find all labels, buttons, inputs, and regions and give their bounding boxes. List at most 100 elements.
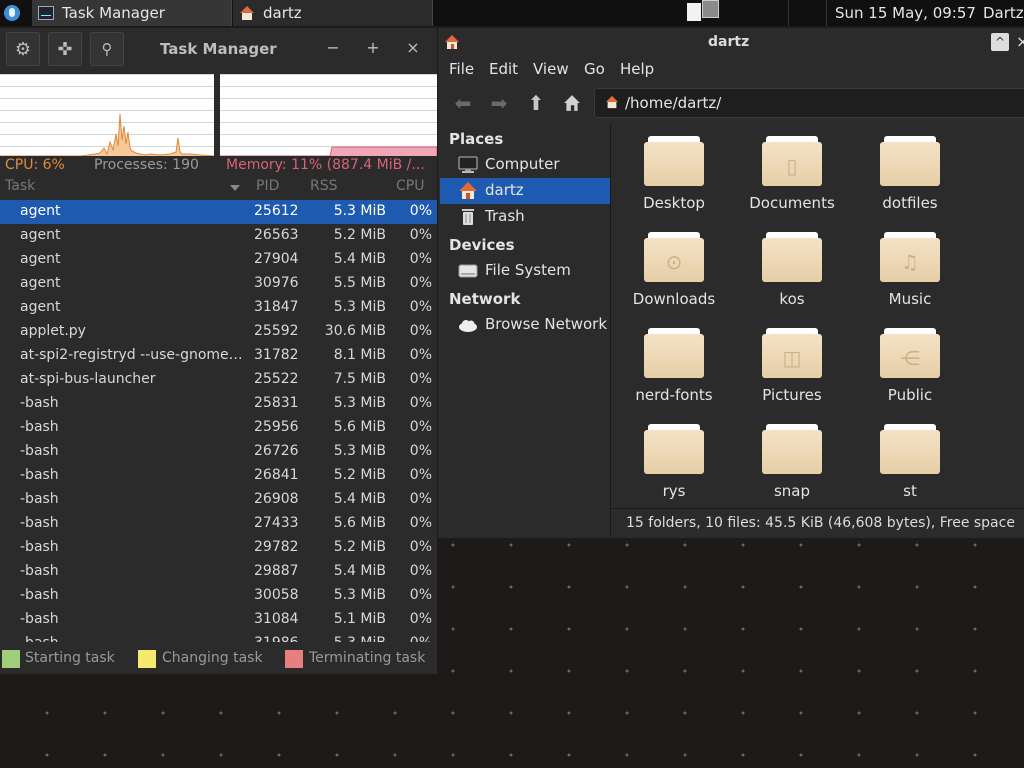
workspace-switcher[interactable] bbox=[687, 0, 721, 24]
process-list[interactable]: agent 25612 5.3 MiB 0% agent 26563 5.2 MiB 0% ag… bbox=[0, 200, 437, 642]
folder-name: Pictures bbox=[762, 386, 822, 404]
task-rss: 5.3 MiB bbox=[333, 443, 386, 459]
close-button[interactable]: × bbox=[403, 38, 423, 57]
legend-label: Starting task bbox=[25, 650, 115, 666]
table-row[interactable]: -bash 26726 5.3 MiB 0% bbox=[0, 440, 437, 464]
up-arrow-icon[interactable]: ⬆ bbox=[523, 90, 549, 116]
task-cpu: 0% bbox=[409, 467, 432, 483]
legend-label: Changing task bbox=[162, 650, 263, 666]
table-row[interactable]: agent 26563 5.2 MiB 0% bbox=[0, 224, 437, 248]
task-rss: 7.5 MiB bbox=[333, 371, 386, 387]
computer-icon bbox=[458, 156, 478, 173]
folder-name: Downloads bbox=[632, 290, 716, 308]
task-name: -bash bbox=[20, 419, 59, 435]
home-icon bbox=[564, 95, 580, 111]
task-pid: 31986 bbox=[254, 635, 299, 642]
sidebar-item-file-system[interactable]: File System bbox=[440, 258, 610, 284]
column-pid[interactable]: PID bbox=[256, 178, 279, 194]
forward-arrow-icon[interactable]: ➡ bbox=[486, 90, 512, 116]
task-rss: 5.1 MiB bbox=[333, 611, 386, 627]
folder-item[interactable]: ⋲ Public bbox=[855, 316, 965, 406]
table-row[interactable]: agent 30976 5.5 MiB 0% bbox=[0, 272, 437, 296]
legend-swatch-starting bbox=[2, 650, 20, 668]
table-row[interactable]: -bash 25956 5.6 MiB 0% bbox=[0, 416, 437, 440]
task-name: -bash bbox=[20, 563, 59, 579]
table-row[interactable]: -bash 26908 5.4 MiB 0% bbox=[0, 488, 437, 512]
folder-item[interactable]: snap bbox=[737, 412, 847, 502]
folder-item[interactable]: st bbox=[855, 412, 965, 502]
table-row[interactable]: -bash 29782 5.2 MiB 0% bbox=[0, 536, 437, 560]
file-view[interactable]: Desktop ▯ Documents dotfiles ⊙ Downloads kos ♫ M… bbox=[612, 124, 1024, 508]
maximize-button[interactable]: ^ bbox=[991, 33, 1009, 51]
search-button[interactable]: ⚲ bbox=[90, 32, 124, 66]
workspace-2[interactable] bbox=[702, 0, 719, 18]
sidebar-item-browse-network[interactable]: Browse Network bbox=[440, 312, 610, 338]
maximize-button[interactable]: + bbox=[363, 38, 383, 57]
close-button[interactable]: × bbox=[1016, 32, 1024, 51]
folder-item[interactable]: rys bbox=[619, 412, 729, 502]
search-icon: ⚲ bbox=[101, 40, 113, 58]
status-bar: 15 folders, 10 files: 45.5 KiB (46,608 b… bbox=[612, 508, 1024, 538]
sidebar-item-computer[interactable]: Computer bbox=[440, 152, 610, 178]
task-name: agent bbox=[20, 203, 61, 219]
task-cpu: 0% bbox=[409, 251, 432, 267]
legend: Starting task Changing task Terminating … bbox=[0, 646, 437, 674]
task-name: applet.py bbox=[20, 323, 86, 339]
table-row[interactable]: -bash 27433 5.6 MiB 0% bbox=[0, 512, 437, 536]
task-cpu: 0% bbox=[409, 275, 432, 291]
sidebar-heading-places: Places bbox=[449, 130, 504, 148]
stats-bar: CPU: 6% Processes: 190 Memory: 11% (887.… bbox=[0, 156, 437, 176]
sort-down-icon bbox=[230, 185, 240, 191]
folder-item[interactable]: ▯ Documents bbox=[737, 124, 847, 214]
folder-icon bbox=[880, 424, 940, 474]
task-name: agent bbox=[20, 275, 61, 291]
table-row[interactable]: -bash 31084 5.1 MiB 0% bbox=[0, 608, 437, 632]
taskbar-button-task-manager[interactable]: Task Manager bbox=[32, 0, 232, 26]
home-button[interactable] bbox=[559, 90, 585, 116]
folder-item[interactable]: kos bbox=[737, 220, 847, 310]
task-cpu: 0% bbox=[409, 491, 432, 507]
column-rss[interactable]: RSS bbox=[310, 178, 338, 194]
column-cpu[interactable]: CPU bbox=[396, 178, 424, 194]
back-arrow-icon[interactable]: ⬅ bbox=[450, 90, 476, 116]
minimize-button[interactable]: − bbox=[323, 38, 343, 57]
table-row[interactable]: applet.py 25592 30.6 MiB 0% bbox=[0, 320, 437, 344]
location-bar[interactable]: /home/dartz/ bbox=[594, 88, 1024, 118]
table-row[interactable]: -bash 29887 5.4 MiB 0% bbox=[0, 560, 437, 584]
folder-item[interactable]: ◫ Pictures bbox=[737, 316, 847, 406]
table-row[interactable]: agent 31847 5.3 MiB 0% bbox=[0, 296, 437, 320]
menu-go[interactable]: Go bbox=[584, 60, 605, 78]
user-name[interactable]: Dartz bbox=[983, 4, 1024, 22]
table-row[interactable]: -bash 25831 5.3 MiB 0% bbox=[0, 392, 437, 416]
folder-item[interactable]: nerd-fonts bbox=[619, 316, 729, 406]
task-cpu: 0% bbox=[409, 587, 432, 603]
menu-help[interactable]: Help bbox=[620, 60, 654, 78]
column-task[interactable]: Task bbox=[5, 178, 35, 194]
table-row[interactable]: agent 27904 5.4 MiB 0% bbox=[0, 248, 437, 272]
taskbar-button-dartz[interactable]: dartz bbox=[233, 0, 433, 26]
clock[interactable]: Sun 15 May, 09:57 bbox=[835, 4, 976, 22]
table-row[interactable]: -bash 30058 5.3 MiB 0% bbox=[0, 584, 437, 608]
table-row[interactable]: -bash 26841 5.2 MiB 0% bbox=[0, 464, 437, 488]
table-row[interactable]: -bash 319865.3 MiB 0% bbox=[0, 632, 437, 642]
folder-item[interactable]: dotfiles bbox=[855, 124, 965, 214]
folder-item[interactable]: Desktop bbox=[619, 124, 729, 214]
folder-icon bbox=[644, 328, 704, 378]
menu-file[interactable]: File bbox=[449, 60, 474, 78]
folder-item[interactable]: ♫ Music bbox=[855, 220, 965, 310]
menu-edit[interactable]: Edit bbox=[489, 60, 518, 78]
memory-graph-line bbox=[220, 146, 437, 156]
target-button[interactable]: ✜ bbox=[48, 32, 82, 66]
table-row[interactable]: agent 25612 5.3 MiB 0% bbox=[0, 200, 437, 224]
folder-documents-icon: ▯ bbox=[762, 136, 822, 186]
table-row[interactable]: at-spi2-registryd --use-gnome-session 317… bbox=[0, 344, 437, 368]
menu-logo-icon[interactable] bbox=[4, 5, 20, 21]
task-cpu: 0% bbox=[409, 611, 432, 627]
folder-item[interactable]: ⊙ Downloads bbox=[619, 220, 729, 310]
sidebar-item-dartz[interactable]: dartz bbox=[440, 178, 610, 204]
menu-view[interactable]: View bbox=[533, 60, 569, 78]
sidebar-item-trash[interactable]: Trash bbox=[440, 204, 610, 230]
table-row[interactable]: at-spi-bus-launcher 25522 7.5 MiB 0% bbox=[0, 368, 437, 392]
settings-button[interactable]: ⚙ bbox=[6, 32, 40, 66]
workspace-1[interactable] bbox=[687, 3, 701, 21]
